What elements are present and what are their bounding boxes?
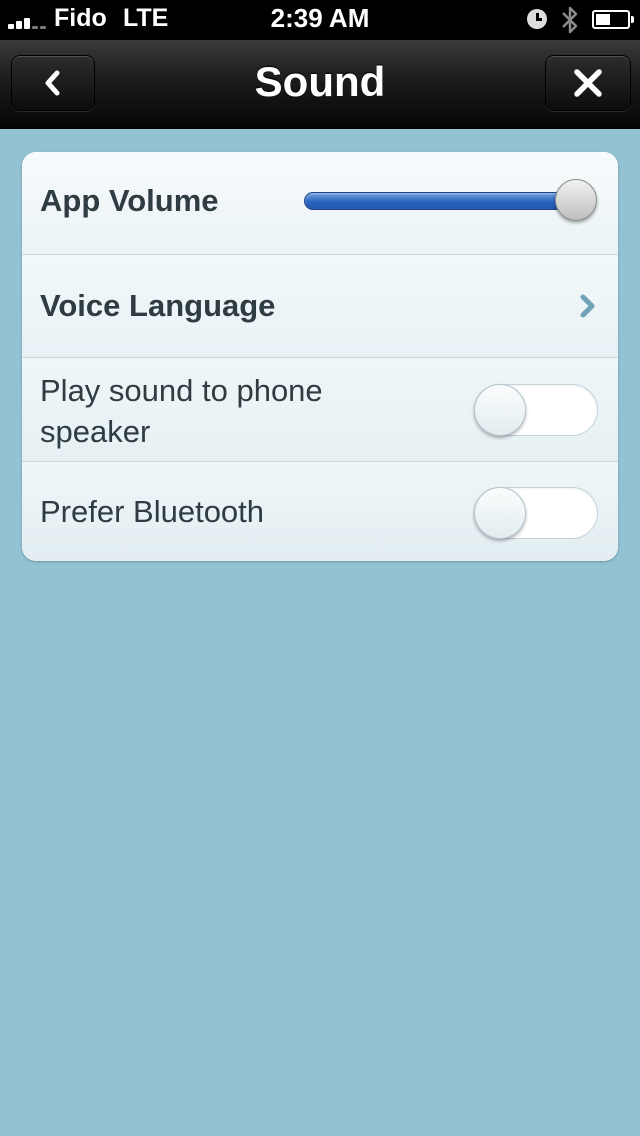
app-volume-slider-thumb[interactable] bbox=[555, 179, 597, 221]
navigation-bar: Sound bbox=[0, 40, 640, 129]
page-title: Sound bbox=[254, 58, 386, 105]
app-volume-label: App Volume bbox=[40, 183, 219, 218]
battery-icon bbox=[592, 10, 634, 29]
voice-language-label: Voice Language bbox=[40, 288, 276, 323]
play-sound-phone-speaker-toggle[interactable] bbox=[474, 384, 598, 436]
prefer-bluetooth-toggle[interactable] bbox=[474, 487, 598, 539]
close-icon bbox=[574, 69, 602, 97]
alarm-icon bbox=[527, 9, 547, 29]
prefer-bluetooth-label: Prefer Bluetooth bbox=[40, 494, 265, 529]
voice-language-row[interactable]: Voice Language bbox=[22, 254, 618, 357]
close-button[interactable] bbox=[545, 55, 631, 111]
sound-settings-card: App Volume Voice Language Play sound to … bbox=[22, 152, 618, 561]
status-bar: Fido LTE 2:39 AM bbox=[0, 0, 640, 40]
toggle-knob bbox=[474, 487, 526, 539]
play-sound-label-line2: speaker bbox=[40, 414, 151, 449]
bluetooth-icon bbox=[562, 6, 578, 34]
app-volume-row: App Volume bbox=[22, 152, 618, 254]
play-sound-phone-speaker-label: Play sound to phone speaker bbox=[40, 370, 323, 452]
chevron-right-icon bbox=[580, 294, 595, 318]
app-volume-slider-track[interactable] bbox=[304, 192, 576, 210]
play-sound-phone-speaker-row: Play sound to phone speaker bbox=[22, 357, 618, 461]
play-sound-label-line1: Play sound to phone bbox=[40, 373, 323, 408]
toggle-knob bbox=[474, 384, 526, 436]
prefer-bluetooth-row: Prefer Bluetooth bbox=[22, 461, 618, 561]
